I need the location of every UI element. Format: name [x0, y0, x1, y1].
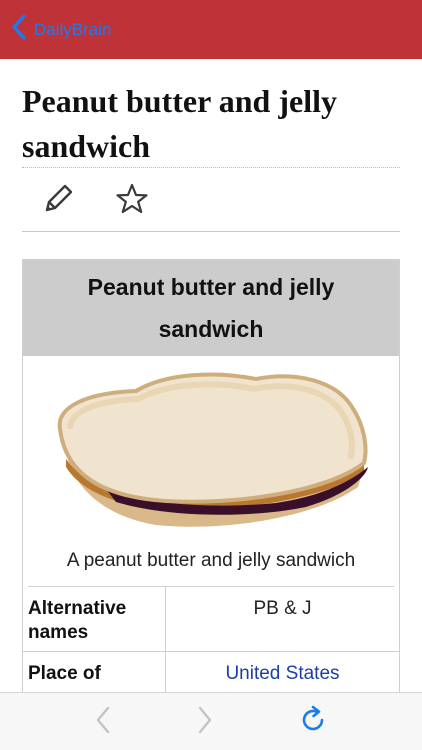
chevron-left-icon [93, 705, 113, 740]
infobox: Peanut butter and jelly sandwich A peanu… [22, 259, 400, 692]
page-title: Peanut butter and jelly sandwich [22, 83, 337, 164]
pencil-icon [41, 182, 75, 221]
infobox-row-key: Alternative names [23, 587, 166, 651]
infobox-row-key: Place of [23, 652, 166, 692]
united-states-link[interactable]: United States [166, 652, 399, 692]
article-toolbar [22, 171, 400, 231]
favorite-button[interactable] [114, 183, 150, 219]
history-forward-button[interactable] [188, 705, 222, 739]
back-button[interactable]: DailyBrain [0, 0, 111, 59]
back-button-label: DailyBrain [34, 19, 112, 39]
infobox-row: Alternative names PB & J [23, 587, 399, 652]
toolbar-divider [22, 231, 400, 232]
refresh-icon [298, 705, 328, 740]
chevron-left-icon [10, 14, 28, 45]
title-divider [22, 167, 400, 168]
image-caption: A peanut butter and jelly sandwich [66, 550, 356, 571]
sandwich-image[interactable] [23, 356, 399, 548]
chevron-right-icon [195, 705, 215, 740]
edit-button[interactable] [40, 183, 76, 219]
bottom-toolbar [0, 692, 422, 750]
infobox-title: Peanut butter and jelly sandwich [23, 260, 399, 356]
star-icon [115, 182, 149, 221]
history-back-button[interactable] [86, 705, 120, 739]
infobox-row-value: PB & J [253, 598, 312, 619]
navigation-bar: DailyBrain [0, 0, 422, 59]
refresh-button[interactable] [296, 705, 330, 739]
infobox-row: Place of United States [23, 652, 399, 692]
article-content[interactable]: Peanut butter and jelly sandwich Peanut … [0, 59, 422, 692]
